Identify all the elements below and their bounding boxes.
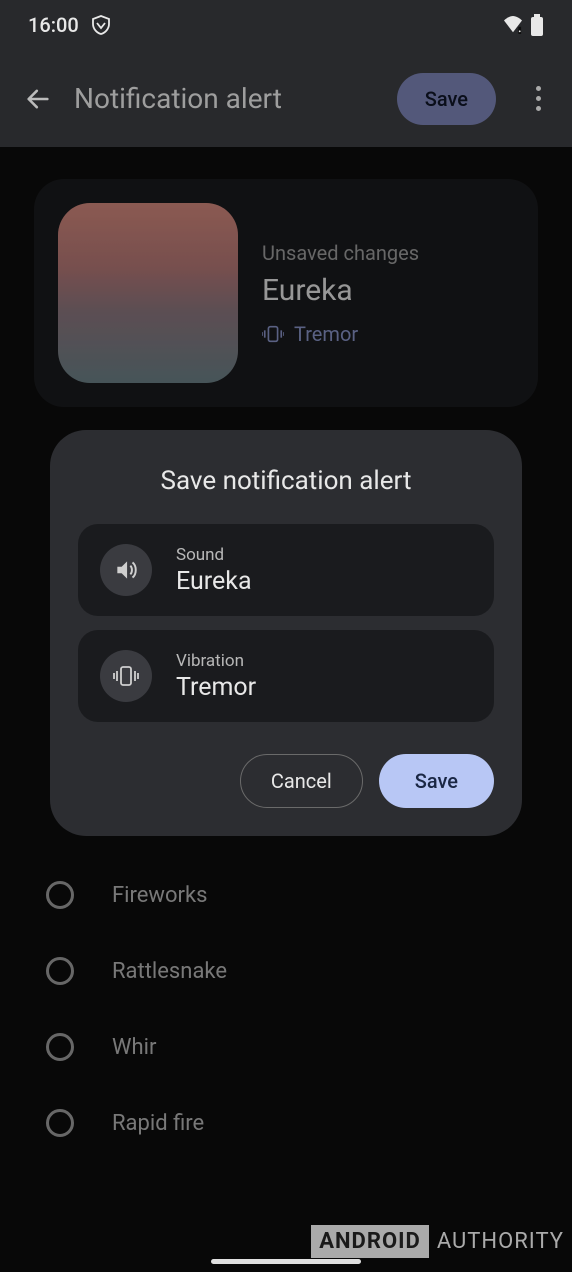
cancel-button[interactable]: Cancel xyxy=(240,754,363,808)
dialog-save-button[interactable]: Save xyxy=(379,754,494,808)
nav-handle[interactable] xyxy=(211,1259,361,1264)
arrow-left-icon xyxy=(24,85,52,113)
dialog-vibration-label: Vibration xyxy=(176,651,256,671)
dialog-sound-value: Eureka xyxy=(176,567,252,596)
status-time: 16:00 xyxy=(28,13,79,37)
dot-icon xyxy=(536,86,541,91)
dot-icon xyxy=(536,106,541,111)
watermark-brand2: AUTHORITY xyxy=(429,1225,572,1258)
dialog-sound-item[interactable]: Sound Eureka xyxy=(78,524,494,616)
status-bar: 16:00 xyxy=(0,0,572,50)
dialog-vibration-value: Tremor xyxy=(176,673,256,702)
dot-icon xyxy=(536,96,541,101)
save-button[interactable]: Save xyxy=(397,73,496,125)
wifi-icon xyxy=(502,16,524,34)
vibration-icon xyxy=(112,665,140,687)
sound-icon xyxy=(113,557,139,583)
dialog-vibration-item[interactable]: Vibration Tremor xyxy=(78,630,494,722)
watermark: ANDROID AUTHORITY xyxy=(311,1225,572,1258)
vpn-shield-icon xyxy=(89,13,113,37)
battery-icon xyxy=(530,14,544,36)
save-dialog: Save notification alert Sound Eureka xyxy=(50,430,522,836)
app-bar: Notification alert Save xyxy=(0,50,572,147)
dialog-title: Save notification alert xyxy=(78,466,494,496)
more-button[interactable] xyxy=(524,86,552,111)
watermark-brand1: ANDROID xyxy=(311,1225,429,1258)
dialog-sound-label: Sound xyxy=(176,545,252,565)
page-title: Notification alert xyxy=(74,82,379,115)
back-button[interactable] xyxy=(20,85,56,113)
